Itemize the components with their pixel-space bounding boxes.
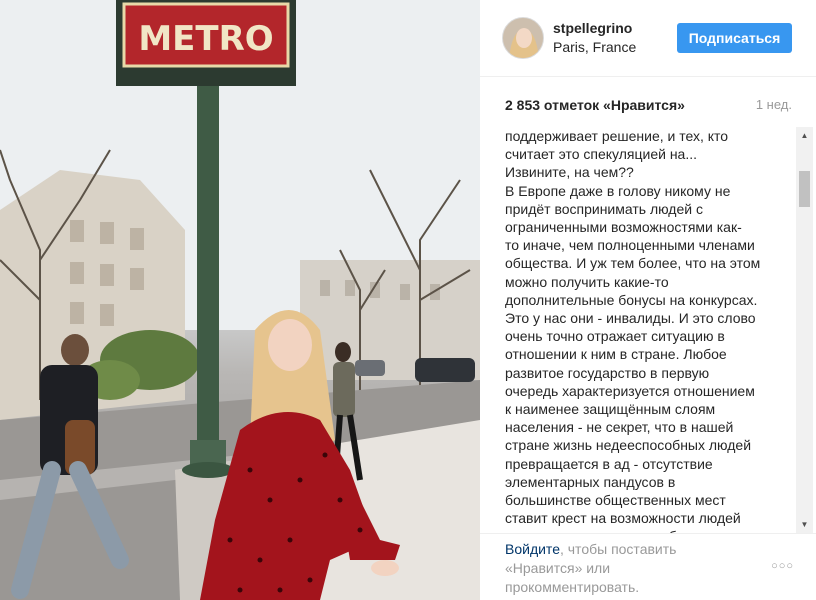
- author-username[interactable]: stpellegrino: [553, 20, 632, 36]
- caption-line: придёт воспринимать людей с: [505, 200, 703, 217]
- caption-line: отношении к ним в стране. Любое: [505, 346, 727, 363]
- caption-line: очередь характеризуется отношением: [505, 382, 755, 399]
- caption-line: поддерживает решение, и тех, кто: [505, 128, 729, 144]
- scrollbar-thumb[interactable]: [799, 170, 810, 207]
- caption-line: Извините, на чем??: [505, 164, 634, 181]
- caption-line: В Европе даже в голову никому не: [505, 182, 731, 199]
- post-photo[interactable]: METRO: [0, 0, 480, 600]
- post-location[interactable]: Paris, France: [553, 39, 636, 55]
- caption-line: ограниченными возможностями как-: [505, 219, 742, 236]
- caption-line: Это у нас они - инвалиды. И это слово: [505, 310, 756, 327]
- caption-line: то иначе, чем полноценными членами: [505, 237, 755, 254]
- post-timestamp[interactable]: 1 нед.: [756, 97, 792, 112]
- photo-illustration: METRO: [0, 0, 480, 600]
- post-side-panel: stpellegrino Paris, France Подписаться 2…: [480, 0, 816, 600]
- caption-line: стране жизнь недееспособных людей: [505, 437, 752, 454]
- caption-line: можно получить какие-то: [505, 273, 669, 290]
- caption-line: элементарных пандусов в: [505, 473, 676, 490]
- caption-line: дополнительные бонусы на конкурсах.: [505, 291, 758, 308]
- caption-line: считает это спекуляцией на...: [505, 146, 698, 163]
- caption-scrollbar[interactable]: ▲ ▼: [796, 127, 813, 533]
- more-options-icon[interactable]: ○○○: [771, 560, 794, 572]
- scroll-down-arrow-icon[interactable]: ▼: [796, 516, 813, 533]
- caption-line: к наименее защищённым слоям: [505, 401, 716, 418]
- avatar[interactable]: [502, 17, 544, 59]
- post-caption: поддерживает решение, и тех, кто считает …: [505, 127, 779, 533]
- caption-line: ставит крест на возможности людей: [505, 510, 741, 527]
- metro-sign-text: METRO: [138, 19, 273, 59]
- scroll-up-arrow-icon[interactable]: ▲: [796, 127, 813, 144]
- avatar-image: [503, 18, 543, 58]
- post-header: stpellegrino Paris, France Подписаться: [480, 0, 816, 77]
- caption-line: очень точно отражает ситуацию в: [505, 328, 725, 345]
- login-link[interactable]: Войдите: [505, 541, 560, 557]
- caption-scroll-area[interactable]: поддерживает решение, и тех, кто считает …: [480, 127, 816, 533]
- caption-line: населения - не секрет, что в нашей: [505, 419, 734, 436]
- post-footer: Войдите, чтобы поставить «Нравится» или …: [480, 533, 816, 600]
- likes-count[interactable]: 2 853 отметок «Нравится»: [505, 97, 685, 113]
- caption-line: развитое государство в первую: [505, 364, 710, 381]
- caption-line: общества. И уж тем более, что на этом: [505, 255, 761, 272]
- login-prompt: Войдите, чтобы поставить «Нравится» или …: [505, 540, 745, 597]
- caption-line: большинстве общественных мест: [505, 492, 726, 509]
- follow-button[interactable]: Подписаться: [677, 23, 792, 53]
- caption-line: превращается в ад - отсутствие: [505, 455, 713, 472]
